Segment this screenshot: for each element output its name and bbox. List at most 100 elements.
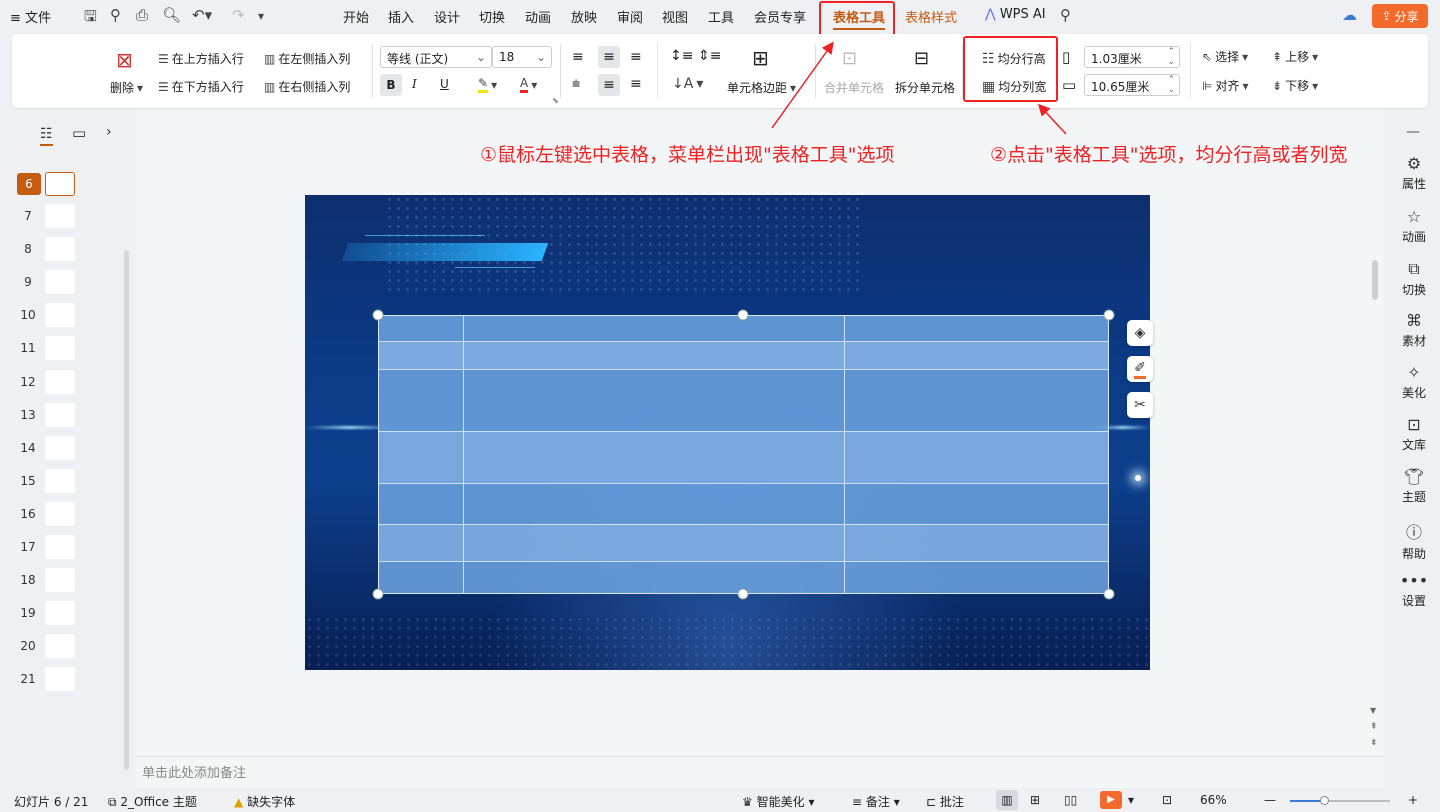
slide-thumbnail[interactable]: [45, 667, 75, 692]
slide-thumbnail[interactable]: [45, 535, 75, 559]
stepper-icon[interactable]: ⌃ ⌄: [1167, 47, 1175, 67]
font-name-select[interactable]: 等线 (正文) ⌄: [380, 46, 492, 68]
grid-view-icon[interactable]: ⊞: [1030, 793, 1040, 807]
chevron-down-icon[interactable]: ▾: [258, 9, 264, 23]
slide-table[interactable]: [378, 315, 1109, 594]
bold-button[interactable]: B: [380, 74, 402, 96]
tab-transition[interactable]: 切换: [479, 7, 505, 26]
align-bottom-icon[interactable]: ≡: [630, 76, 642, 92]
tab-review[interactable]: 审阅: [617, 7, 643, 26]
slide-thumbnail[interactable]: [45, 601, 75, 626]
prev-slide-icon[interactable]: ⇞: [1370, 722, 1378, 732]
select-button[interactable]: ⇖ 选择 ▾: [1202, 48, 1248, 65]
notes-area[interactable]: 单击此处添加备注: [136, 756, 1384, 788]
resize-handle[interactable]: [1103, 309, 1115, 321]
play-icon[interactable]: ▶: [1100, 791, 1122, 809]
save-icon[interactable]: 🖫: [84, 6, 97, 31]
move-up-button[interactable]: ⇞ 上移 ▾: [1272, 48, 1318, 65]
font-size-select[interactable]: 18 ⌄: [492, 46, 552, 68]
undo-icon[interactable]: ↶▾: [192, 6, 212, 24]
align-top-icon[interactable]: ⩧: [572, 76, 580, 92]
col-width-input[interactable]: 10.65厘米 ⌃ ⌄: [1084, 74, 1180, 96]
file-menu[interactable]: ≡ 文件: [10, 7, 51, 26]
tab-member[interactable]: 会员专享: [754, 7, 806, 26]
sidebar-item-help[interactable]: ⓘ 帮助: [1388, 519, 1440, 562]
row-height-input[interactable]: 1.03厘米 ⌃ ⌄: [1084, 46, 1180, 68]
insert-row-below-button[interactable]: ☰ 在下方插入行: [158, 78, 244, 95]
share-button[interactable]: ⇪ 分享: [1372, 4, 1428, 28]
slide-thumbnail[interactable]: [45, 204, 75, 228]
insert-row-above-button[interactable]: ☰ 在上方插入行: [158, 50, 244, 67]
redo-icon[interactable]: ↷: [232, 6, 245, 24]
table-row[interactable]: [379, 524, 1108, 561]
comments-button[interactable]: ⊏ 批注: [926, 793, 964, 810]
smart-beautify-button[interactable]: ♛ 智能美化 ▾: [742, 793, 814, 810]
resize-handle[interactable]: [372, 588, 384, 600]
canvas-scrollbar[interactable]: [1372, 260, 1378, 300]
table-row[interactable]: [379, 431, 1108, 483]
resize-handle[interactable]: [1103, 588, 1115, 600]
notes-button[interactable]: ≡ 备注 ▾: [852, 793, 900, 810]
text-direction-button[interactable]: ↓A ▾: [672, 76, 703, 92]
zoom-slider[interactable]: [1290, 796, 1390, 805]
slide-thumbnail[interactable]: [45, 634, 75, 659]
slide-thumbnail[interactable]: [45, 237, 75, 262]
align-left-icon[interactable]: ≡: [572, 49, 584, 65]
slide-thumbnail[interactable]: [45, 303, 75, 328]
slide-thumbnail-current[interactable]: [45, 172, 75, 196]
align-middle-icon[interactable]: ≡: [598, 74, 620, 96]
tab-home[interactable]: 开始: [343, 7, 369, 26]
cloud-upload-icon[interactable]: ☁: [1342, 6, 1357, 24]
delete-button[interactable]: 删除 ▾: [110, 79, 143, 96]
tab-view[interactable]: 视图: [662, 7, 688, 26]
missing-font-button[interactable]: ▲ 缺失字体: [234, 793, 295, 810]
paragraph-spacing-icon[interactable]: ⇕≡: [698, 48, 721, 64]
line-spacing-icon[interactable]: ↕≡: [670, 48, 693, 64]
sidebar-item-animation[interactable]: ☆ 动画: [1388, 207, 1440, 245]
move-down-button[interactable]: ⇟ 下移 ▾: [1272, 77, 1318, 94]
sidebar-item-theme[interactable]: 👕︎ 主题: [1388, 467, 1440, 505]
search-icon[interactable]: ⚲: [1060, 6, 1071, 24]
underline-button[interactable]: U: [440, 77, 449, 91]
chevron-down-icon[interactable]: ▾: [1128, 793, 1134, 807]
theme-button[interactable]: ⧉ 2_Office 主题: [108, 793, 197, 810]
tab-table-tools[interactable]: 表格工具: [833, 7, 886, 30]
zoom-in-icon[interactable]: +: [1408, 793, 1418, 807]
tab-design[interactable]: 设计: [434, 7, 460, 26]
delete-table-icon[interactable]: ⊠: [116, 48, 133, 72]
share-link-icon[interactable]: ⚲: [110, 6, 121, 24]
zoom-level[interactable]: 66%: [1200, 793, 1227, 807]
stepper-icon[interactable]: ⌃ ⌄: [1167, 75, 1175, 95]
sidebar-item-transition[interactable]: ⧉ 切换: [1388, 259, 1440, 298]
beautify-tool-icon[interactable]: ✂: [1127, 392, 1153, 418]
tab-animation[interactable]: 动画: [525, 7, 551, 26]
align-button[interactable]: ⊫ 对齐 ▾: [1202, 77, 1249, 94]
print-icon[interactable]: ⎙: [136, 6, 148, 24]
collapse-icon[interactable]: —: [1406, 124, 1420, 140]
thumbnail-scrollbar[interactable]: [124, 250, 129, 770]
sidebar-item-properties[interactable]: ⚙ 属性: [1388, 154, 1440, 192]
align-center-icon[interactable]: ≡: [598, 46, 620, 68]
sidebar-item-settings[interactable]: ••• 设置: [1388, 571, 1440, 609]
tab-table-style[interactable]: 表格样式: [905, 7, 957, 26]
zoom-out-icon[interactable]: —: [1264, 793, 1276, 807]
slide-thumbnail[interactable]: [45, 568, 75, 593]
slide-thumbnail[interactable]: [45, 501, 75, 526]
resize-handle[interactable]: [372, 309, 384, 321]
dialog-launcher-icon[interactable]: ⬊: [552, 96, 559, 105]
sidebar-item-material[interactable]: ⌘ 素材: [1388, 311, 1440, 349]
fit-window-icon[interactable]: ⊡: [1162, 793, 1172, 807]
slide-view-icon[interactable]: ▭: [72, 124, 86, 142]
reading-view-icon[interactable]: ▯▯: [1064, 793, 1077, 807]
highlight-color-button[interactable]: ✎ ▾: [478, 76, 497, 93]
insert-col-left-button[interactable]: ▥ 在左侧插入列: [264, 50, 350, 67]
chevron-right-icon[interactable]: ›: [106, 124, 112, 140]
insert-col-right-button[interactable]: ▥ 在右侧插入列: [264, 78, 350, 95]
slide-thumbnail[interactable]: [45, 336, 75, 361]
normal-view-icon[interactable]: ▥: [996, 790, 1018, 810]
tab-slideshow[interactable]: 放映: [571, 7, 597, 26]
italic-button[interactable]: I: [412, 77, 417, 91]
resize-handle[interactable]: [737, 588, 749, 600]
outline-view-icon[interactable]: ☷: [40, 126, 53, 146]
next-slide-icon[interactable]: ⇟: [1370, 738, 1378, 748]
